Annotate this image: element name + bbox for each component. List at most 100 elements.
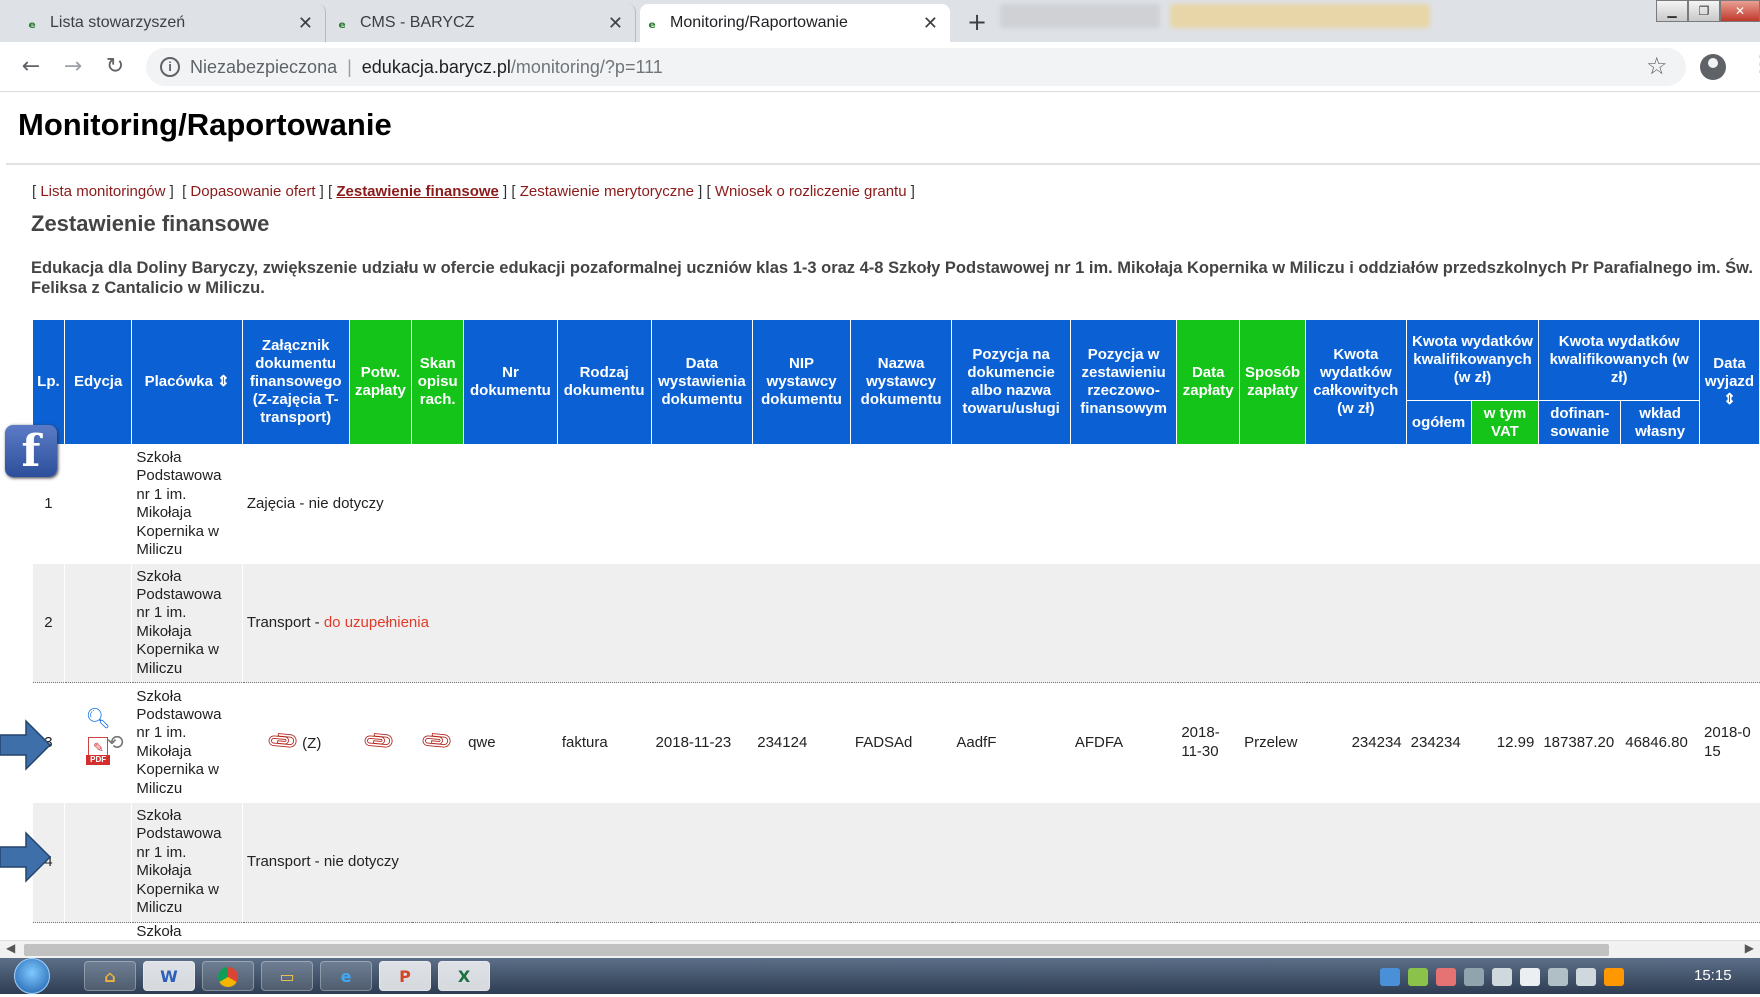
- zalacznik-tag: (Z): [302, 734, 322, 752]
- subnav-zestawienie-finansowe[interactable]: Zestawienie finansowe: [336, 183, 499, 200]
- chrome-icon[interactable]: [202, 961, 254, 991]
- taskbar-clock[interactable]: 15:15: [1694, 967, 1732, 984]
- subnav-wniosek-o-rozliczenie[interactable]: Wniosek o rozliczenie grantu: [715, 183, 907, 200]
- paperclip-icon[interactable]: 📎︎: [265, 723, 302, 760]
- title-divider: [6, 163, 1760, 165]
- cell-status: Transport - nie dotyczy: [241, 802, 1760, 923]
- subnav-zestawienie-merytoryczne[interactable]: Zestawienie merytoryczne: [520, 183, 694, 200]
- volume-icon[interactable]: [1520, 968, 1540, 986]
- maximize-button[interactable]: ❐: [1688, 0, 1720, 22]
- col-kwota-kwalifikowanych-2: Kwota wydatków kwalifikowanych (w zł): [1538, 319, 1701, 401]
- tab-close-icon[interactable]: ✕: [608, 13, 623, 34]
- info-icon[interactable]: i: [160, 57, 180, 77]
- cell-kwota-calk: 234234: [1304, 682, 1407, 803]
- table-row: 2 Szkoła Podstawowa nr 1 im. Mikołaja Ko…: [32, 563, 1760, 683]
- security-label: Niezabezpieczona: [190, 56, 338, 77]
- url-path: /monitoring/?p=111: [510, 56, 663, 77]
- scroll-right-icon[interactable]: ▶: [1745, 941, 1754, 955]
- col-potw-zaplaty: Potw. zapłaty: [348, 319, 413, 445]
- cell-data-wyjazdu: 2018-0 15: [1699, 682, 1760, 803]
- back-arrow-icon[interactable]: ←: [16, 52, 46, 82]
- subnav-dopasowanie-ofert[interactable]: Dopasowanie ofert: [190, 183, 315, 200]
- cell-data-wystawienia: 2018-11-23: [650, 682, 753, 803]
- col-nazwa-wystawcy: Nazwa wystawcy dokumentu: [849, 319, 953, 445]
- profile-avatar-icon[interactable]: [1700, 54, 1726, 80]
- table-row: Szkoła: [32, 922, 1760, 940]
- scroll-left-icon[interactable]: ◀: [6, 941, 15, 955]
- cell-dofinansowanie: 187387.20: [1538, 682, 1621, 803]
- cell-lp: 2: [32, 563, 65, 683]
- tab-close-icon[interactable]: ✕: [923, 13, 938, 34]
- url-field[interactable]: i Niezabezpieczona | edukacja.barycz.pl /…: [146, 48, 1686, 86]
- tab-cms-barycz[interactable]: ₑ CMS - BARYCZ ✕: [330, 4, 636, 42]
- tray-icon[interactable]: [1548, 968, 1568, 986]
- table-row: 4 Szkoła Podstawowa nr 1 im. Mikołaja Ko…: [32, 802, 1760, 923]
- window-close-button[interactable]: ✕: [1720, 0, 1760, 22]
- system-tray: [1380, 968, 1624, 986]
- reload-icon[interactable]: ↻: [100, 52, 130, 82]
- col-pozycja-na-dokumencie: Pozycja na dokumencie albo nazwa towaru/…: [951, 319, 1071, 445]
- cell-data-zaplaty: 2018-11-30: [1176, 682, 1240, 803]
- site-favicon-icon: ₑ: [28, 13, 37, 33]
- col-kwota-calkowitych: Kwota wydatków całkowitych (w zł): [1304, 319, 1407, 445]
- cell-rodzaj-dokumentu: faktura: [556, 682, 652, 803]
- cell-placowka: Szkoła Podstawowa nr 1 im. Mikołaja Kope…: [131, 563, 243, 683]
- cell-placowka: Szkoła Podstawowa nr 1 im. Mikołaja Kope…: [131, 682, 243, 803]
- subnav-lista-monitoringow[interactable]: Lista monitoringów: [40, 183, 165, 200]
- cell-placowka: Szkoła Podstawowa nr 1 im. Mikołaja Kope…: [131, 444, 243, 564]
- refresh-icon[interactable]: ⟲: [107, 732, 124, 752]
- cell-ogolem: 234234: [1405, 682, 1472, 803]
- row-status-missing[interactable]: do uzupełnienia: [324, 614, 429, 631]
- arrow-right-icon: [0, 719, 52, 771]
- page-title: Monitoring/Raportowanie: [18, 107, 392, 142]
- excel-icon[interactable]: X: [438, 961, 490, 991]
- tab-title: CMS - BARYCZ: [360, 14, 475, 31]
- signal-icon[interactable]: [1492, 968, 1512, 986]
- horizontal-scrollbar[interactable]: ◀ ▶: [0, 940, 1760, 958]
- word-icon[interactable]: W: [143, 961, 195, 991]
- tray-icon[interactable]: [1436, 968, 1456, 986]
- new-tab-button[interactable]: +: [962, 8, 992, 38]
- col-nip-wystawcy: NIP wystawcy dokumentu: [752, 319, 851, 445]
- internet-explorer-icon[interactable]: e: [320, 961, 372, 991]
- col-kwota-kwalifikowanych: Kwota wydatków kwalifikowanych (w zł): [1405, 319, 1540, 401]
- menu-kebab-icon[interactable]: ⋮: [1750, 52, 1760, 77]
- tab-monitoring[interactable]: ₑ Monitoring/Raportowanie ✕: [640, 4, 950, 42]
- forward-arrow-icon[interactable]: →: [58, 52, 88, 82]
- tray-icon[interactable]: [1464, 968, 1484, 986]
- facebook-icon[interactable]: f: [5, 425, 57, 477]
- page-content: Monitoring/Raportowanie [ Lista monitori…: [0, 93, 1760, 940]
- preview-magnifier-icon[interactable]: 🔍︎: [85, 708, 110, 728]
- scrollbar-thumb[interactable]: [24, 944, 1609, 956]
- cell-nazwa: FADSAd: [849, 682, 952, 803]
- minimize-button[interactable]: ▁: [1656, 0, 1688, 22]
- tray-icon[interactable]: [1576, 968, 1596, 986]
- cell-status: [241, 922, 1760, 940]
- col-sposob-zaplaty: Sposób zapłaty: [1239, 319, 1306, 445]
- cell-pozycja-dok: AadfF: [951, 682, 1071, 803]
- cell-edycja: [63, 922, 132, 940]
- table-row: 3 🔍︎ ✎ PDF ⟲ Szkoła Podstawowa nr 1 im. M…: [32, 682, 1760, 803]
- powerpoint-icon[interactable]: P: [379, 961, 431, 991]
- col-w-tym-vat: w tym VAT: [1470, 400, 1540, 445]
- tray-icon[interactable]: [1408, 968, 1428, 986]
- col-data-wyjazdu[interactable]: Data wyjazd ⇕: [1699, 319, 1760, 445]
- paperclip-icon[interactable]: 📎︎: [361, 723, 398, 760]
- tab-close-icon[interactable]: ✕: [298, 13, 313, 34]
- folder-icon[interactable]: ▭: [261, 961, 313, 991]
- window-controls: ▁ ❐ ✕: [1656, 0, 1760, 22]
- tray-icon[interactable]: [1604, 968, 1624, 986]
- cell-placowka: Szkoła: [131, 922, 243, 940]
- bookmark-star-icon[interactable]: ☆: [1646, 52, 1668, 80]
- col-skan-opisu: Skan opisu rach.: [411, 319, 465, 445]
- cell-wklad: 46846.80: [1620, 682, 1700, 803]
- tab-lista-stowarzyszen[interactable]: ₑ Lista stowarzyszeń ✕: [20, 4, 326, 42]
- paperclip-icon[interactable]: 📎︎: [419, 723, 456, 760]
- start-button[interactable]: [14, 958, 50, 994]
- row-type: Transport: [246, 613, 311, 631]
- outlook-icon[interactable]: ⌂: [84, 961, 136, 991]
- col-placowka[interactable]: Placówka ⇕: [131, 319, 243, 445]
- cell-pozycja-zest: AFDFA: [1069, 682, 1177, 803]
- cell-status: Zajęcia - nie dotyczy: [241, 444, 1760, 564]
- tray-icon[interactable]: [1380, 968, 1400, 986]
